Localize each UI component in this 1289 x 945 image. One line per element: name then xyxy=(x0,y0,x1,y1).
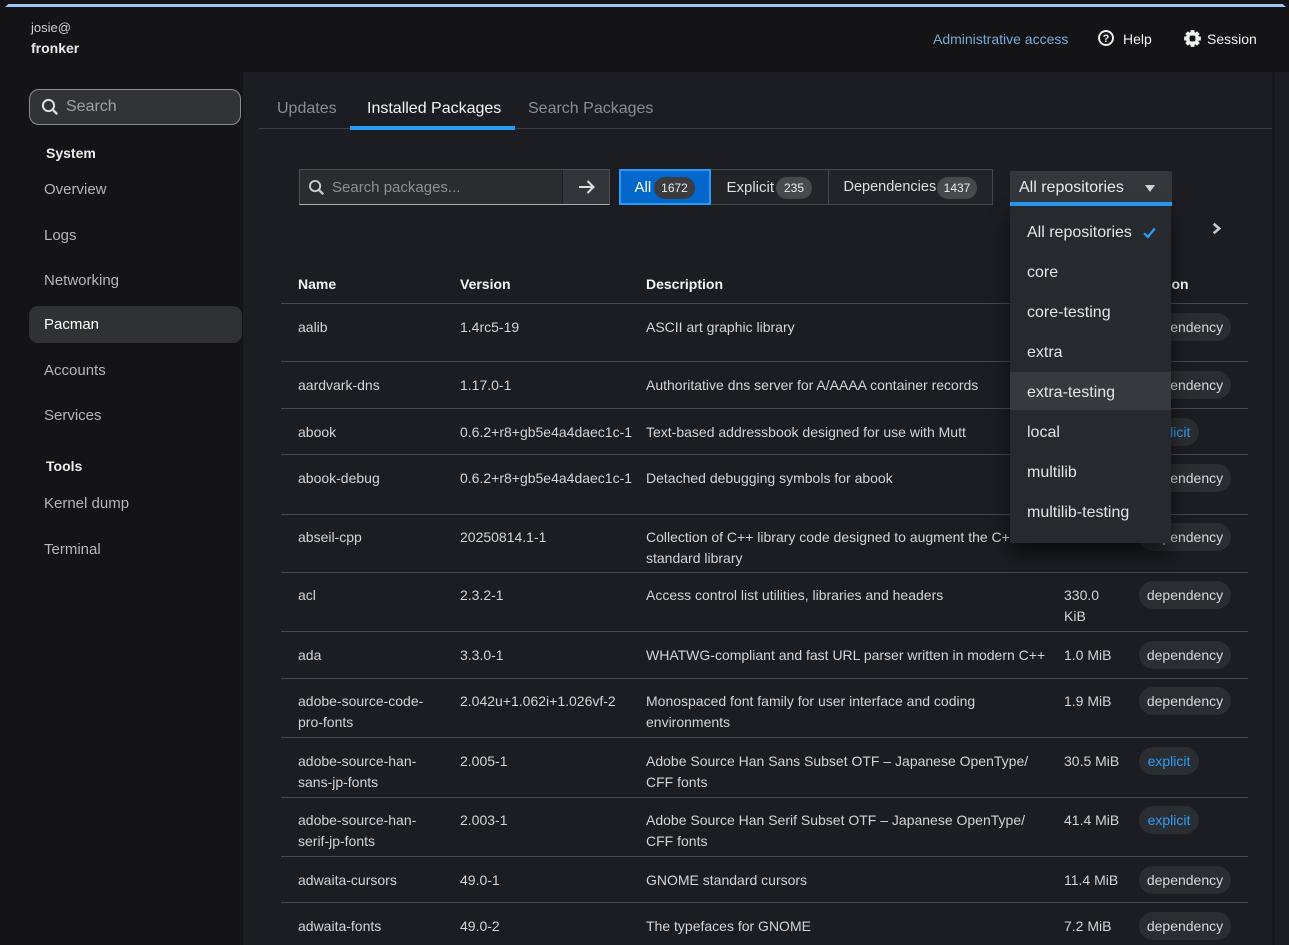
svg-text:?: ? xyxy=(1103,33,1110,45)
